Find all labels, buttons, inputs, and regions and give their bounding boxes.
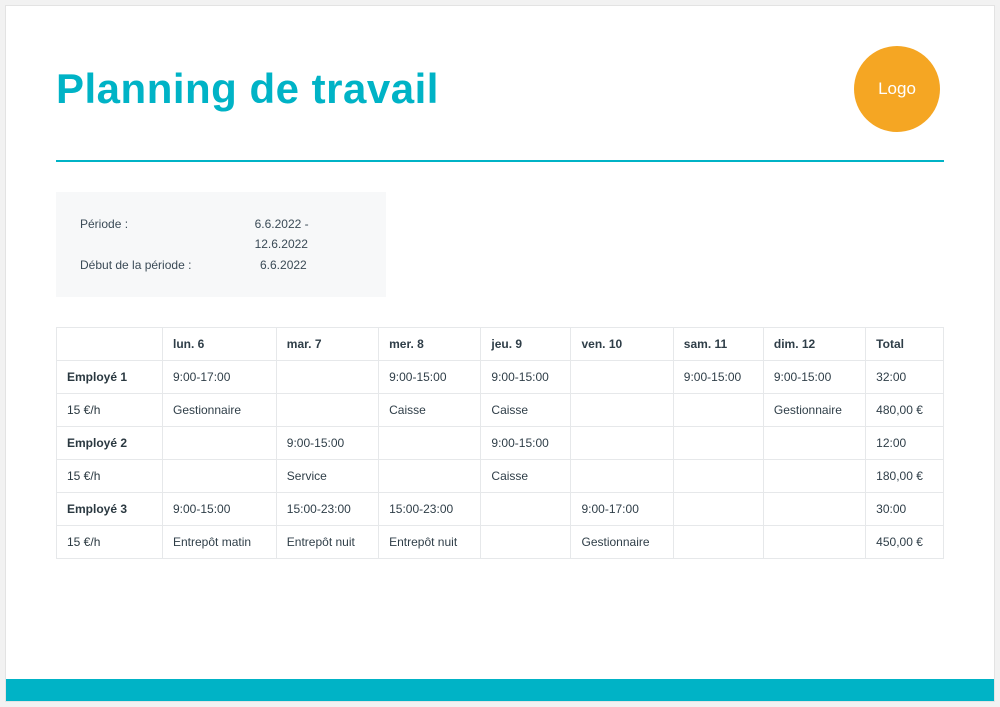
logo-badge: Logo — [854, 46, 940, 132]
cell-hours — [571, 361, 673, 394]
col-fri: ven. 10 — [571, 328, 673, 361]
cell-hours: 9:00-15:00 — [276, 427, 378, 460]
cell-role — [379, 460, 481, 493]
employee-rate: 15 €/h — [57, 460, 163, 493]
table-row: Employé 2 9:00-15:00 9:00-15:00 12:00 — [57, 427, 944, 460]
cell-hours: 9:00-15:00 — [673, 361, 763, 394]
cell-role: Service — [276, 460, 378, 493]
cell-role — [276, 394, 378, 427]
cell-hours — [276, 361, 378, 394]
cell-role: Gestionnaire — [163, 394, 277, 427]
table-row: 15 €/h Service Caisse 180,00 € — [57, 460, 944, 493]
divider — [56, 160, 944, 162]
header-row: Planning de travail Logo — [56, 46, 944, 132]
table-row: Employé 3 9:00-15:00 15:00-23:00 15:00-2… — [57, 493, 944, 526]
employee-name: Employé 3 — [57, 493, 163, 526]
cell-role — [571, 460, 673, 493]
cell-role — [673, 394, 763, 427]
cell-role: Caisse — [481, 394, 571, 427]
cell-hours: 9:00-15:00 — [481, 427, 571, 460]
employee-name: Employé 1 — [57, 361, 163, 394]
cell-hours: 9:00-15:00 — [763, 361, 865, 394]
cell-hours — [673, 493, 763, 526]
cell-hours: 15:00-23:00 — [379, 493, 481, 526]
schedule-table-wrap: lun. 6 mar. 7 mer. 8 jeu. 9 ven. 10 sam.… — [56, 327, 944, 559]
cell-hours: 9:00-15:00 — [481, 361, 571, 394]
col-sat: sam. 11 — [673, 328, 763, 361]
cell-hours — [481, 493, 571, 526]
col-tue: mar. 7 — [276, 328, 378, 361]
cell-hours — [763, 493, 865, 526]
table-row: Employé 1 9:00-17:00 9:00-15:00 9:00-15:… — [57, 361, 944, 394]
col-sun: dim. 12 — [763, 328, 865, 361]
col-thu: jeu. 9 — [481, 328, 571, 361]
cell-role — [571, 394, 673, 427]
cell-hours: 9:00-15:00 — [379, 361, 481, 394]
cell-role — [673, 460, 763, 493]
cell-hours — [763, 427, 865, 460]
period-start-row: Début de la période : 6.6.2022 — [80, 255, 362, 275]
cell-hours — [571, 427, 673, 460]
cell-hours: 9:00-17:00 — [571, 493, 673, 526]
cell-role: Gestionnaire — [571, 526, 673, 559]
content-area: Planning de travail Logo Période : 6.6.2… — [6, 6, 994, 559]
cell-role — [163, 460, 277, 493]
cell-role — [673, 526, 763, 559]
cell-total-hours: 30:00 — [866, 493, 944, 526]
cell-hours — [379, 427, 481, 460]
cell-role: Gestionnaire — [763, 394, 865, 427]
cell-hours — [163, 427, 277, 460]
table-row: 15 €/h Entrepôt matin Entrepôt nuit Entr… — [57, 526, 944, 559]
col-total: Total — [866, 328, 944, 361]
cell-role — [481, 526, 571, 559]
period-box: Période : 6.6.2022 - 12.6.2022 Début de … — [56, 192, 386, 297]
col-empty — [57, 328, 163, 361]
table-header-row: lun. 6 mar. 7 mer. 8 jeu. 9 ven. 10 sam.… — [57, 328, 944, 361]
employee-rate: 15 €/h — [57, 526, 163, 559]
cell-role — [763, 526, 865, 559]
cell-role — [763, 460, 865, 493]
cell-role: Caisse — [481, 460, 571, 493]
schedule-table: lun. 6 mar. 7 mer. 8 jeu. 9 ven. 10 sam.… — [56, 327, 944, 559]
table-body: Employé 1 9:00-17:00 9:00-15:00 9:00-15:… — [57, 361, 944, 559]
cell-hours: 9:00-15:00 — [163, 493, 277, 526]
period-value: 6.6.2022 - 12.6.2022 — [255, 214, 362, 255]
cell-total-hours: 12:00 — [866, 427, 944, 460]
employee-name: Employé 2 — [57, 427, 163, 460]
period-start-value: 6.6.2022 — [260, 255, 307, 275]
cell-hours — [673, 427, 763, 460]
period-label: Période : — [80, 214, 255, 255]
page-title: Planning de travail — [56, 65, 439, 113]
period-row: Période : 6.6.2022 - 12.6.2022 — [80, 214, 362, 255]
cell-total-pay: 450,00 € — [866, 526, 944, 559]
period-start-label: Début de la période : — [80, 255, 260, 275]
cell-hours: 9:00-17:00 — [163, 361, 277, 394]
col-mon: lun. 6 — [163, 328, 277, 361]
col-wed: mer. 8 — [379, 328, 481, 361]
employee-rate: 15 €/h — [57, 394, 163, 427]
cell-total-pay: 480,00 € — [866, 394, 944, 427]
cell-role: Entrepôt nuit — [379, 526, 481, 559]
cell-hours: 15:00-23:00 — [276, 493, 378, 526]
footer-bar — [6, 679, 994, 701]
cell-total-pay: 180,00 € — [866, 460, 944, 493]
cell-total-hours: 32:00 — [866, 361, 944, 394]
cell-role: Caisse — [379, 394, 481, 427]
cell-role: Entrepôt nuit — [276, 526, 378, 559]
cell-role: Entrepôt matin — [163, 526, 277, 559]
table-row: 15 €/h Gestionnaire Caisse Caisse Gestio… — [57, 394, 944, 427]
logo-text: Logo — [878, 79, 916, 99]
page: Planning de travail Logo Période : 6.6.2… — [5, 5, 995, 702]
